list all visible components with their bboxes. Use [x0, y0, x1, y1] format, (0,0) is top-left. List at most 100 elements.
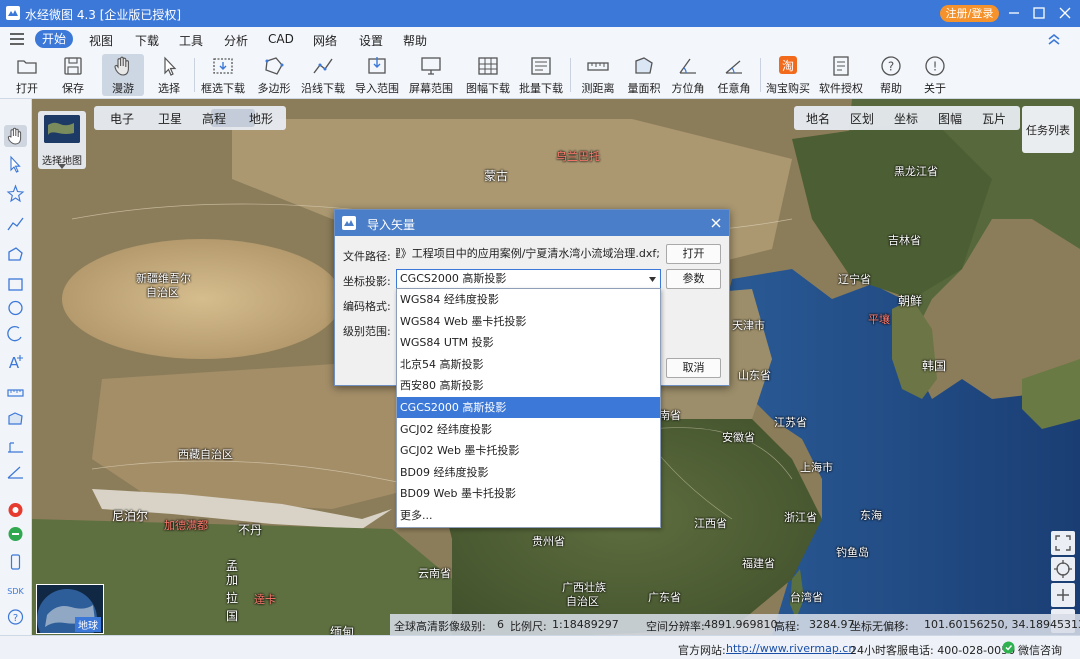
map-type-terrain[interactable]: 地形: [249, 110, 273, 127]
circle-tool-icon[interactable]: [4, 297, 27, 319]
projection-option[interactable]: BD09 经纬度投影: [397, 462, 660, 483]
menu-bar: 开始 视图 下载 工具 分析 CAD 网络 设置 帮助: [0, 27, 1080, 51]
pan-tool-icon[interactable]: [4, 125, 27, 147]
measure-tool-icon[interactable]: [4, 382, 27, 404]
sector-tool-icon[interactable]: [4, 323, 27, 345]
restore-icon[interactable]: [1028, 3, 1050, 23]
text-tool-icon[interactable]: A: [4, 351, 27, 373]
projection-option-selected[interactable]: CGCS2000 高斯投影: [397, 397, 660, 418]
mobile-tool-icon[interactable]: [4, 551, 27, 573]
elevation-tool-icon[interactable]: [4, 435, 27, 457]
box-select-download-icon: [213, 58, 233, 74]
about-button[interactable]: ! 关于: [918, 54, 952, 96]
projection-option[interactable]: 北京54 高斯投影: [397, 354, 660, 375]
menu-item-network[interactable]: 网络: [313, 32, 337, 49]
projection-option[interactable]: WGS84 UTM 投影: [397, 332, 660, 353]
close-icon[interactable]: [1054, 3, 1076, 23]
zoom-in-icon[interactable]: [1051, 583, 1075, 607]
license-button[interactable]: 软件授权: [818, 54, 864, 96]
screen-range-button[interactable]: 屏幕范围: [408, 54, 454, 96]
close-icon[interactable]: [709, 216, 723, 230]
polygon-tool-icon[interactable]: [4, 243, 27, 265]
projection-option[interactable]: WGS84 经纬度投影: [397, 289, 660, 310]
open-button[interactable]: 打开: [8, 54, 46, 96]
measure-area-button[interactable]: 量面积: [624, 54, 664, 96]
app-logo-icon: [342, 216, 356, 230]
pan-button[interactable]: 漫游: [102, 54, 144, 96]
login-button[interactable]: 注册/登录: [940, 5, 999, 22]
menu-item-settings[interactable]: 设置: [359, 32, 383, 49]
projection-option[interactable]: WGS84 Web 墨卡托投影: [397, 311, 660, 332]
projection-option-more[interactable]: 更多...: [397, 505, 660, 526]
minimize-icon[interactable]: [1003, 3, 1025, 23]
menu-item-help[interactable]: 帮助: [403, 32, 427, 49]
minimap[interactable]: 地球: [36, 584, 104, 634]
wechat-consult-link[interactable]: 微信咨询: [1018, 642, 1062, 658]
overlay-coordinates[interactable]: 坐标: [894, 110, 918, 127]
batch-download-button[interactable]: 批量下载: [518, 54, 564, 96]
measure-distance-button[interactable]: 测距离: [578, 54, 618, 96]
menu-item-analysis[interactable]: 分析: [224, 32, 248, 49]
help-tool-icon[interactable]: ?: [4, 606, 27, 628]
any-angle-button[interactable]: 任意角: [714, 54, 754, 96]
open-file-button[interactable]: 打开: [666, 244, 721, 264]
azimuth-button[interactable]: 方位角: [668, 54, 708, 96]
taobao-buy-button[interactable]: 淘 淘宝购买: [766, 54, 810, 96]
projection-option[interactable]: 西安80 高斯投影: [397, 375, 660, 396]
minimap-label: 地球: [75, 617, 101, 632]
polygon-button[interactable]: 多边形: [254, 54, 294, 96]
import-range-button[interactable]: 导入范围: [354, 54, 400, 96]
status-elevation: 3284.97: [809, 618, 855, 631]
overlay-divisions[interactable]: 区划: [850, 110, 874, 127]
menu-item-cad[interactable]: CAD: [268, 32, 294, 46]
file-path-field[interactable]: 流域治理》工程项目中的应用案例/宁夏清水湾小流域治理.dxf;: [396, 244, 660, 264]
ribbon-toolbar: 打开 保存 漫游 选择 框选下载 多边形 沿线下载 导入范围 屏幕范围 图幅下载…: [0, 51, 1080, 99]
map-label: 自治区: [146, 286, 179, 299]
select-button[interactable]: 选择: [150, 54, 188, 96]
locate-icon[interactable]: [1051, 557, 1075, 581]
left-toolbar: A SDK ?: [0, 99, 32, 635]
projection-option[interactable]: GCJ02 Web 墨卡托投影: [397, 440, 660, 461]
select-label: 选择: [158, 82, 180, 95]
task-list-button[interactable]: 任务列表: [1022, 106, 1074, 153]
sheet-download-button[interactable]: 图幅下载: [462, 54, 514, 96]
projection-option[interactable]: GCJ02 经纬度投影: [397, 419, 660, 440]
map-type-switcher: 电子 卫星 高程 地形: [94, 106, 286, 130]
map-type-satellite[interactable]: 卫星: [158, 110, 182, 127]
map-type-elevation[interactable]: 高程: [202, 110, 226, 127]
save-button[interactable]: 保存: [54, 54, 92, 96]
line-download-button[interactable]: 沿线下载: [300, 54, 346, 96]
select-tool-icon[interactable]: [4, 153, 27, 175]
cancel-button[interactable]: 取消: [666, 358, 721, 378]
overlay-place-names[interactable]: 地名: [806, 110, 830, 127]
menu-item-tools[interactable]: 工具: [179, 32, 203, 49]
menu-item-start[interactable]: 开始: [35, 30, 73, 48]
polyline-tool-icon[interactable]: [4, 213, 27, 235]
sdk-tool-icon[interactable]: SDK: [4, 579, 27, 601]
map-label: 乌兰巴托: [556, 150, 600, 163]
rectangle-tool-icon[interactable]: [4, 273, 27, 295]
file-path-label: 文件路径:: [343, 250, 391, 263]
angle-tool-icon[interactable]: [4, 461, 27, 483]
basemap-switcher[interactable]: 选择地图: [38, 111, 86, 169]
fullscreen-icon[interactable]: [1051, 531, 1075, 555]
overlay-sheets[interactable]: 图幅: [938, 110, 962, 127]
marker-tool-icon[interactable]: [4, 183, 27, 205]
title-bar: 水经微图 4.3 [企业版已授权] 注册/登录: [0, 0, 1080, 27]
projection-option[interactable]: BD09 Web 墨卡托投影: [397, 483, 660, 504]
file-path-value: 流域治理》工程项目中的应用案例/宁夏清水湾小流域治理.dxf;: [396, 247, 660, 260]
collapse-ribbon-icon[interactable]: [1046, 32, 1062, 46]
hamburger-menu-icon[interactable]: [10, 33, 24, 45]
overlay-tiles[interactable]: 瓦片: [982, 110, 1006, 127]
params-button[interactable]: 参数: [666, 269, 721, 289]
menu-item-download[interactable]: 下载: [135, 32, 159, 49]
map-type-electronic[interactable]: 电子: [110, 110, 134, 127]
box-select-download-button[interactable]: 框选下载: [200, 54, 246, 96]
extension-tool-icon[interactable]: [4, 523, 27, 545]
menu-item-view[interactable]: 视图: [89, 32, 113, 49]
area-tool-icon[interactable]: [4, 408, 27, 430]
website-link[interactable]: http://www.rivermap.cn: [726, 642, 855, 655]
plugin-tool-icon[interactable]: [4, 499, 27, 521]
help-button[interactable]: ? 帮助: [874, 54, 908, 96]
projection-select[interactable]: CGCS2000 高斯投影: [396, 269, 661, 289]
